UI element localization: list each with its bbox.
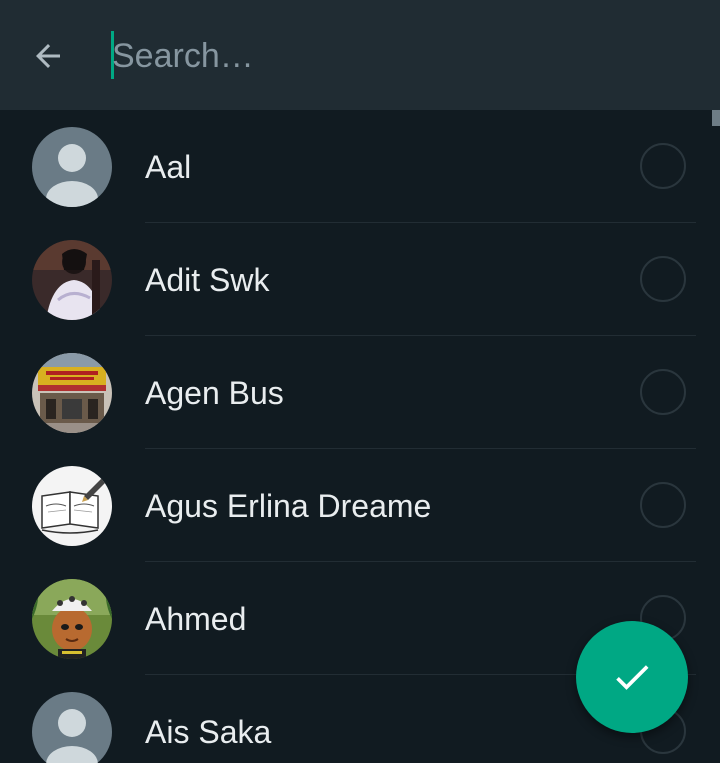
select-contacts-screen: Aal Adit Swk bbox=[0, 0, 720, 763]
contact-name: Ahmed bbox=[145, 601, 247, 637]
selection-checkbox[interactable] bbox=[640, 369, 686, 415]
profile-photo bbox=[32, 240, 112, 320]
contact-row[interactable]: Agus Erlina Dreame bbox=[0, 449, 720, 562]
search-header bbox=[0, 0, 720, 110]
contact-name: Agus Erlina Dreame bbox=[145, 488, 432, 524]
avatar bbox=[32, 466, 112, 546]
avatar bbox=[32, 127, 112, 207]
search-input[interactable] bbox=[112, 26, 672, 86]
contact-name: Adit Swk bbox=[145, 262, 270, 298]
check-icon bbox=[616, 665, 649, 690]
arrow-left-icon bbox=[36, 44, 60, 68]
contact-row[interactable]: Agen Bus bbox=[0, 336, 720, 449]
selection-checkbox[interactable] bbox=[640, 143, 686, 189]
contact-name: Ais Saka bbox=[145, 714, 272, 750]
avatar bbox=[32, 579, 112, 659]
selection-checkbox[interactable] bbox=[640, 256, 686, 302]
profile-photo bbox=[32, 353, 112, 433]
confirm-button[interactable] bbox=[576, 621, 688, 733]
profile-photo bbox=[32, 579, 112, 659]
contact-row[interactable]: Aal bbox=[0, 110, 720, 223]
profile-photo bbox=[32, 466, 112, 546]
contact-name: Aal bbox=[145, 149, 192, 185]
back-button[interactable] bbox=[22, 30, 74, 82]
contact-row[interactable]: Adit Swk bbox=[0, 223, 720, 336]
avatar bbox=[32, 353, 112, 433]
selection-checkbox[interactable] bbox=[640, 482, 686, 528]
avatar bbox=[32, 692, 112, 763]
avatar bbox=[32, 240, 112, 320]
person-icon bbox=[32, 692, 112, 763]
person-icon bbox=[32, 127, 112, 207]
contact-name: Agen Bus bbox=[145, 375, 284, 411]
